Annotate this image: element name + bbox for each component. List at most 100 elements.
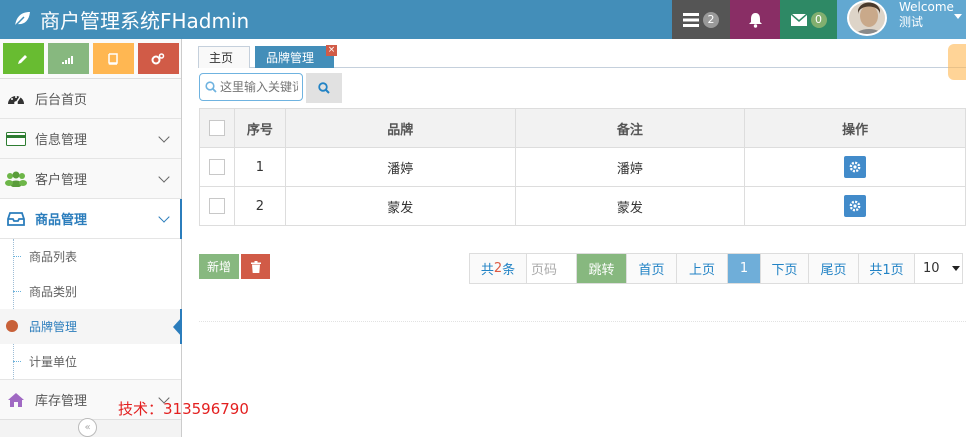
shortcut-cogs-button[interactable] xyxy=(137,43,179,74)
sidebar-item-label: 商品管理 xyxy=(35,213,88,228)
page-number-input[interactable]: 页码 xyxy=(527,254,577,283)
total-pages: 共1页 xyxy=(859,254,915,283)
user-info: Welcome 测试 xyxy=(899,0,954,30)
tab-label: 品牌管理 xyxy=(266,51,315,65)
submenu-item-label: 计量单位 xyxy=(29,355,78,369)
delete-button[interactable] xyxy=(241,254,270,279)
prev-page-button[interactable]: 上页 xyxy=(677,254,728,283)
sidebar-item-customers[interactable]: 客户管理 xyxy=(0,159,181,199)
row-operations xyxy=(744,147,966,187)
pencil-icon xyxy=(18,54,27,64)
column-header-index: 序号 xyxy=(233,108,286,148)
table-row: 1 潘婷 潘婷 xyxy=(199,147,966,187)
notifications-dropdown[interactable] xyxy=(730,0,780,39)
tab-home[interactable]: 主页 xyxy=(198,46,250,68)
sidebar: 后台首页 信息管理 客户管理 商品管理 商品列表 商品类别 品牌管理 计量单位 … xyxy=(0,39,182,437)
chevron-down-icon xyxy=(158,171,170,183)
submenu-dot xyxy=(13,361,21,362)
row-operations xyxy=(744,186,966,226)
row-select-cell xyxy=(199,186,235,226)
submenu-item-units[interactable]: 计量单位 xyxy=(0,344,181,379)
next-page-button[interactable]: 下页 xyxy=(761,254,809,283)
collapse-sidebar-button[interactable]: « xyxy=(78,418,97,437)
jump-button[interactable]: 跳转 xyxy=(577,254,627,283)
sidebar-item-info[interactable]: 信息管理 xyxy=(0,119,181,159)
current-page[interactable]: 1 xyxy=(728,254,761,283)
sidebar-item-label: 后台首页 xyxy=(35,93,88,108)
row-settings-button[interactable] xyxy=(844,156,867,178)
products-submenu: 商品列表 商品类别 品牌管理 计量单位 xyxy=(0,239,182,380)
divider xyxy=(199,321,966,322)
leaf-icon xyxy=(14,12,30,27)
table-header-row: 序号 品牌 备注 操作 xyxy=(199,108,966,148)
submenu-item-product-list[interactable]: 商品列表 xyxy=(0,239,181,274)
bullet-icon xyxy=(6,320,18,332)
tasks-dropdown[interactable]: 2 xyxy=(672,0,730,39)
users-icon xyxy=(5,170,27,188)
submenu-dot xyxy=(13,291,21,292)
user-menu[interactable]: Welcome 测试 xyxy=(837,0,966,39)
column-header-remark[interactable]: 备注 xyxy=(514,108,746,148)
active-arrow-icon xyxy=(173,317,182,337)
row-index: 2 xyxy=(233,186,286,226)
top-navbar: 商户管理系统FHadmin 2 0 Welcome 测试 xyxy=(0,0,966,39)
trash-icon xyxy=(250,260,261,273)
submenu-item-label: 品牌管理 xyxy=(29,320,78,334)
tasks-badge: 2 xyxy=(703,11,719,28)
shortcut-book-button[interactable] xyxy=(92,43,134,74)
close-icon[interactable]: × xyxy=(326,45,337,56)
column-header-brand[interactable]: 品牌 xyxy=(284,108,516,148)
row-checkbox[interactable] xyxy=(208,159,225,175)
row-brand: 潘婷 xyxy=(284,147,516,187)
pagination: 共2条 页码 跳转 首页 上页 1 下页 尾页 共1页 10 xyxy=(469,253,963,284)
record-count-suffix: 条 xyxy=(502,263,516,278)
record-count-number: 2 xyxy=(493,261,503,276)
page-size-select[interactable]: 10 xyxy=(915,254,962,283)
sidebar-item-label: 信息管理 xyxy=(35,133,88,148)
add-button[interactable]: 新增 xyxy=(199,254,239,279)
brand[interactable]: 商户管理系统FHadmin xyxy=(12,5,249,33)
username: 测试 xyxy=(899,15,924,29)
tab-brand-management[interactable]: 品牌管理 × xyxy=(255,45,337,68)
search-input[interactable] xyxy=(220,80,298,94)
select-all-checkbox[interactable] xyxy=(208,120,225,136)
table-actions: 新增 xyxy=(199,254,270,279)
row-settings-button[interactable] xyxy=(844,195,867,217)
sidebar-item-products[interactable]: 商品管理 xyxy=(0,199,182,239)
sidebar-item-dashboard[interactable]: 后台首页 xyxy=(0,79,181,119)
tab-label: 主页 xyxy=(209,51,234,65)
submenu-item-brand-management[interactable]: 品牌管理 xyxy=(0,309,182,344)
record-count-prefix: 共 xyxy=(480,263,494,278)
row-brand: 蒙发 xyxy=(284,186,516,226)
app-title: 商户管理系统FHadmin xyxy=(40,8,250,33)
shortcut-pencil-button[interactable] xyxy=(2,43,44,74)
table-row: 2 蒙发 蒙发 xyxy=(199,186,966,226)
caret-down-icon xyxy=(952,266,960,271)
submenu-item-product-category[interactable]: 商品类别 xyxy=(0,274,181,309)
messages-dropdown[interactable]: 0 xyxy=(780,0,837,39)
row-select-cell xyxy=(199,147,235,187)
shortcut-signal-button[interactable] xyxy=(47,43,89,74)
column-header-operations: 操作 xyxy=(744,108,966,148)
caret-down-icon xyxy=(954,14,962,19)
home-icon xyxy=(5,391,27,409)
submenu-dot xyxy=(13,256,21,257)
row-checkbox[interactable] xyxy=(208,198,225,214)
search-field xyxy=(199,73,303,101)
page-size-value: 10 xyxy=(923,261,940,276)
search-button[interactable] xyxy=(306,73,342,103)
select-all-cell xyxy=(199,108,235,148)
last-page-button[interactable]: 尾页 xyxy=(809,254,859,283)
search-icon xyxy=(318,82,330,94)
welcome-text: Welcome xyxy=(899,0,954,14)
first-page-button[interactable]: 首页 xyxy=(627,254,677,283)
tab-bar: 主页 品牌管理 × xyxy=(198,43,966,68)
settings-toggle-button[interactable] xyxy=(948,44,966,80)
messages-badge: 0 xyxy=(810,11,827,28)
submenu-item-label: 商品列表 xyxy=(29,250,78,264)
record-count: 共2条 xyxy=(470,254,527,283)
credit-card-icon xyxy=(5,130,27,148)
book-icon xyxy=(108,52,118,65)
dashboard-icon xyxy=(5,90,27,108)
sidebar-shortcuts xyxy=(0,39,181,79)
